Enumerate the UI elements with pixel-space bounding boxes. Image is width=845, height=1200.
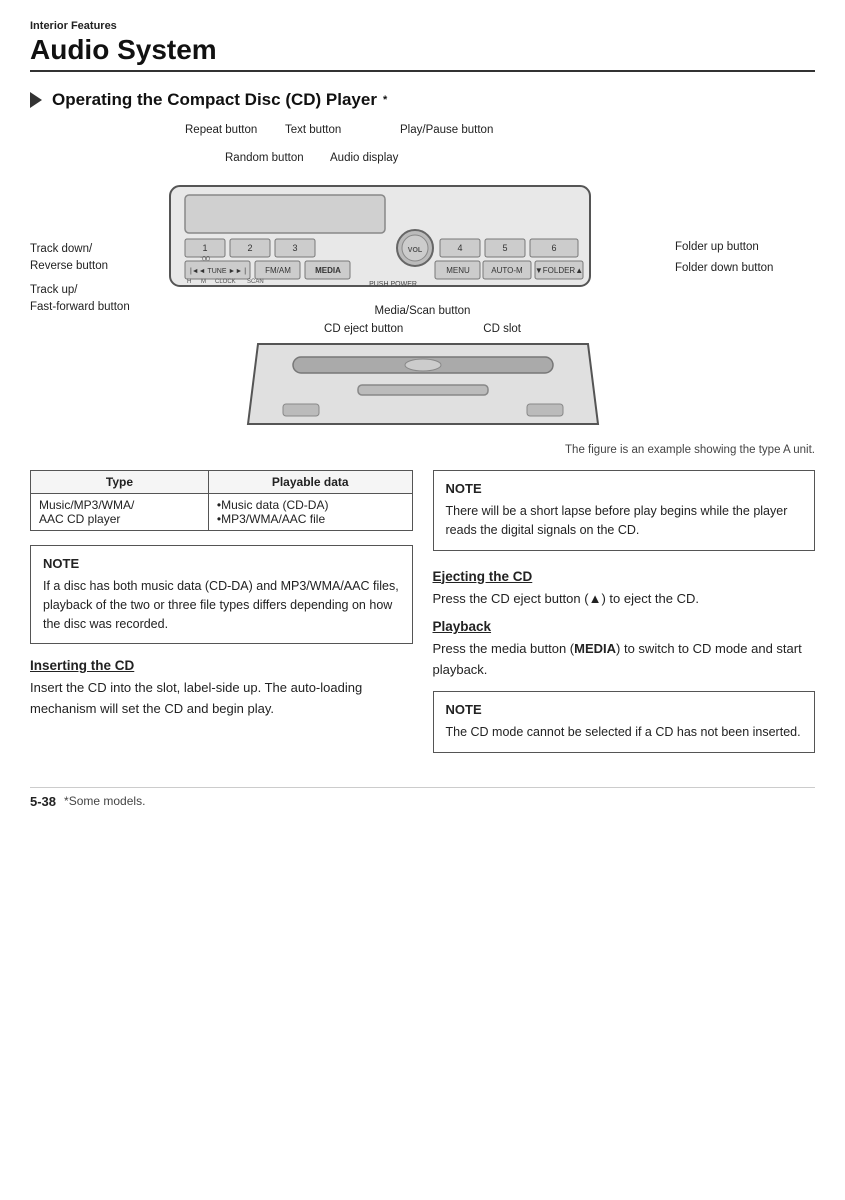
svg-text:2: 2 [247, 243, 252, 253]
footer-note: *Some models. [64, 794, 145, 808]
cd-slot-drawing [30, 339, 815, 434]
playback-text: Press the media button (MEDIA) to switch… [433, 639, 816, 681]
table-cell-data: •Music data (CD-DA) •MP3/WMA/AAC file [208, 494, 412, 531]
svg-text:5: 5 [502, 243, 507, 253]
bottom-labels-row: Media/Scan button [30, 305, 815, 317]
cd-slot-label: CD slot [483, 323, 521, 335]
text-btn-label: Text button [285, 124, 341, 136]
table-header-type: Type [31, 471, 209, 494]
heading-superscript: * [383, 94, 387, 106]
media-bold: MEDIA [574, 641, 616, 656]
note-title-disc: NOTE [43, 556, 400, 571]
svg-text:3: 3 [292, 243, 297, 253]
note-text-disc: If a disc has both music data (CD-DA) an… [43, 577, 400, 633]
table-header-data: Playable data [208, 471, 412, 494]
diagram-area: Repeat button Text button Play/Pause but… [30, 124, 815, 434]
page-number: 5-38 [30, 794, 56, 809]
cd-unit-svg: 1 :00 2 3 VOL 4 5 6 |◄◄ TUNE ► [165, 181, 595, 296]
note-text-lapse: There will be a short lapse before play … [446, 502, 803, 540]
ejecting-cd-text: Press the CD eject button (▲) to eject t… [433, 589, 816, 610]
top-labels-row: Repeat button Text button Play/Pause but… [30, 124, 815, 179]
playback-title: Playback [433, 619, 816, 634]
note-box-disc: NOTE If a disc has both music data (CD-D… [30, 545, 413, 644]
svg-text:1: 1 [202, 243, 207, 253]
table-row: Music/MP3/WMA/ AAC CD player •Music data… [31, 494, 413, 531]
svg-text:FM/AM: FM/AM [265, 266, 291, 275]
svg-text:SCAN: SCAN [247, 279, 264, 285]
cd-slot-svg [238, 339, 608, 434]
svg-text:AUTO-M: AUTO-M [491, 266, 523, 275]
section-heading-text: Operating the Compact Disc (CD) Player [52, 90, 377, 110]
media-scan-label: Media/Scan button [375, 305, 471, 317]
right-labels: Folder up button Folder down button [675, 239, 815, 278]
unit-wrapper: Track down/Reverse button Track up/Fast-… [30, 181, 815, 301]
page-footer: 5-38 *Some models. [30, 787, 815, 809]
col-left: Type Playable data Music/MP3/WMA/ AAC CD… [30, 470, 413, 767]
ejecting-cd-title: Ejecting the CD [433, 569, 816, 584]
folder-up-label: Folder up button [675, 239, 815, 256]
svg-text:▼FOLDER▲: ▼FOLDER▲ [535, 266, 583, 275]
page-title: Audio System [30, 34, 815, 66]
repeat-btn-label: Repeat button [185, 124, 257, 136]
svg-text:CLOCK: CLOCK [215, 279, 236, 285]
note-text-cd-mode: The CD mode cannot be selected if a CD h… [446, 723, 803, 742]
svg-text:VOL: VOL [408, 247, 423, 254]
svg-text:6: 6 [551, 243, 556, 253]
track-down-label: Track down/Reverse button [30, 241, 170, 276]
diagram-caption: The figure is an example showing the typ… [30, 444, 815, 456]
playable-table: Type Playable data Music/MP3/WMA/ AAC CD… [30, 470, 413, 531]
section-label: Interior Features [30, 20, 815, 32]
note-title-cd-mode: NOTE [446, 702, 803, 717]
note-box-cd-mode: NOTE The CD mode cannot be selected if a… [433, 691, 816, 753]
slot-labels-row: CD eject button CD slot [30, 323, 815, 335]
col-right: NOTE There will be a short lapse before … [433, 470, 816, 767]
svg-text:|◄◄ TUNE ►► |: |◄◄ TUNE ►► | [190, 268, 246, 275]
section-heading: Operating the Compact Disc (CD) Player * [30, 90, 815, 110]
title-rule [30, 70, 815, 72]
svg-text:M: M [201, 279, 206, 285]
play-pause-btn-label: Play/Pause button [400, 124, 493, 136]
random-btn-label: Random button [225, 152, 304, 164]
inserting-cd-title: Inserting the CD [30, 658, 413, 673]
inserting-cd-text: Insert the CD into the slot, label-side … [30, 678, 413, 720]
svg-text:MENU: MENU [446, 266, 470, 275]
cd-unit-drawing: 1 :00 2 3 VOL 4 5 6 |◄◄ TUNE ► [165, 181, 595, 299]
note-box-lapse: NOTE There will be a short lapse before … [433, 470, 816, 551]
svg-text:PUSH POWER: PUSH POWER [369, 281, 417, 288]
table-cell-type: Music/MP3/WMA/ AAC CD player [31, 494, 209, 531]
svg-text:MEDIA: MEDIA [315, 266, 341, 275]
audio-display-label: Audio display [330, 152, 398, 164]
two-col-layout: Type Playable data Music/MP3/WMA/ AAC CD… [30, 470, 815, 767]
svg-text:4: 4 [457, 243, 462, 253]
triangle-marker-icon [30, 92, 42, 108]
cd-eject-label: CD eject button [324, 323, 403, 335]
note-title-lapse: NOTE [446, 481, 803, 496]
svg-text:H: H [187, 279, 191, 285]
folder-down-label: Folder down button [675, 260, 815, 277]
